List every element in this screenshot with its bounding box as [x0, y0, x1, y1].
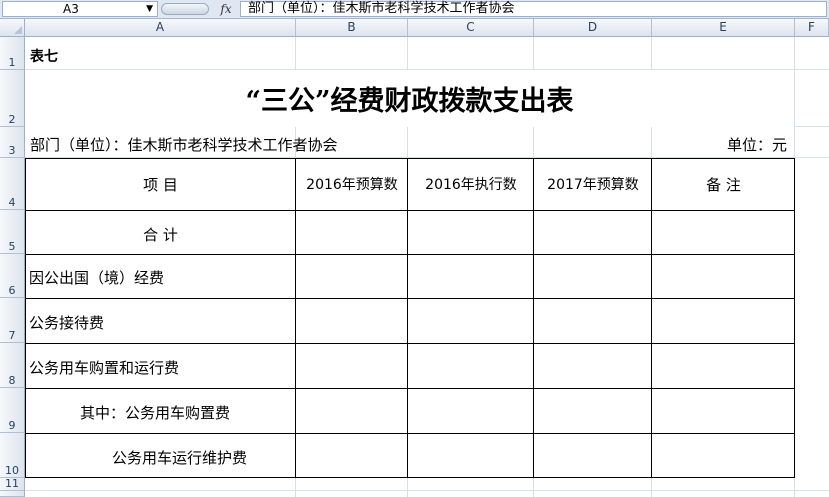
header-2016-budget: 2016年预算数: [306, 177, 398, 193]
column-header-a[interactable]: A: [25, 19, 296, 37]
department-label: 部门（单位）：佳木斯市老科学技术工作者协会: [30, 136, 338, 154]
row-label-vehicles: 公务用车购置和运行费: [29, 359, 180, 377]
row-header-9[interactable]: 9: [0, 388, 25, 433]
column-header-c[interactable]: C: [408, 19, 534, 37]
row-header-6[interactable]: 6: [0, 254, 25, 298]
header-remarks: 备 注: [706, 176, 741, 194]
sheet-title: “三公”经费财政拨款支出表: [25, 70, 794, 127]
row-header-12[interactable]: [0, 491, 25, 497]
name-box-value: A3: [63, 2, 79, 16]
header-2017-budget: 2017年预算数: [547, 177, 639, 193]
unit-label: 单位：元: [727, 136, 788, 154]
row-header-7[interactable]: 7: [0, 298, 25, 343]
column-header-f[interactable]: F: [795, 19, 829, 37]
row-header-10[interactable]: 10: [0, 433, 25, 478]
formula-content: 部门（单位）：佳木斯市老科学技术工作者协会: [248, 1, 515, 16]
header-2016-actual: 2016年执行数: [425, 177, 517, 193]
row-label-overseas: 因公出国（境）经费: [29, 269, 165, 287]
formula-input[interactable]: 部门（单位）：佳木斯市老科学技术工作者协会: [240, 1, 827, 17]
chevron-down-icon[interactable]: ▼: [146, 2, 153, 16]
insert-function-icon[interactable]: fx: [215, 0, 237, 18]
row-header-2[interactable]: 2: [0, 70, 25, 127]
row-header-3[interactable]: 3: [0, 127, 25, 158]
column-header-b[interactable]: B: [296, 19, 408, 37]
row-label-reception: 公务接待费: [29, 314, 105, 332]
header-item: 项 目: [143, 176, 178, 194]
row-header-8[interactable]: 8: [0, 343, 25, 388]
name-box[interactable]: A3 ▼: [2, 1, 158, 17]
column-header-e[interactable]: E: [652, 19, 795, 37]
row-label-total: 合 计: [143, 226, 178, 244]
table-number: 表七: [30, 49, 58, 65]
row-header-11[interactable]: 11: [0, 477, 25, 491]
row-header-4[interactable]: 4: [0, 158, 25, 210]
formula-bar: A3 ▼ fx 部门（单位）：佳木斯市老科学技术工作者协会: [0, 0, 829, 19]
row-label-vehicle-purchase: 其中：公务用车购置费: [80, 404, 231, 422]
column-header-d[interactable]: D: [534, 19, 652, 37]
row-label-vehicle-maintenance: 公务用车运行维护费: [112, 449, 248, 467]
row-header-5[interactable]: 5: [0, 210, 25, 254]
row-header-1[interactable]: 1: [0, 37, 25, 70]
formula-bar-resize-handle[interactable]: [161, 3, 209, 15]
select-all-corner[interactable]: [0, 19, 25, 37]
